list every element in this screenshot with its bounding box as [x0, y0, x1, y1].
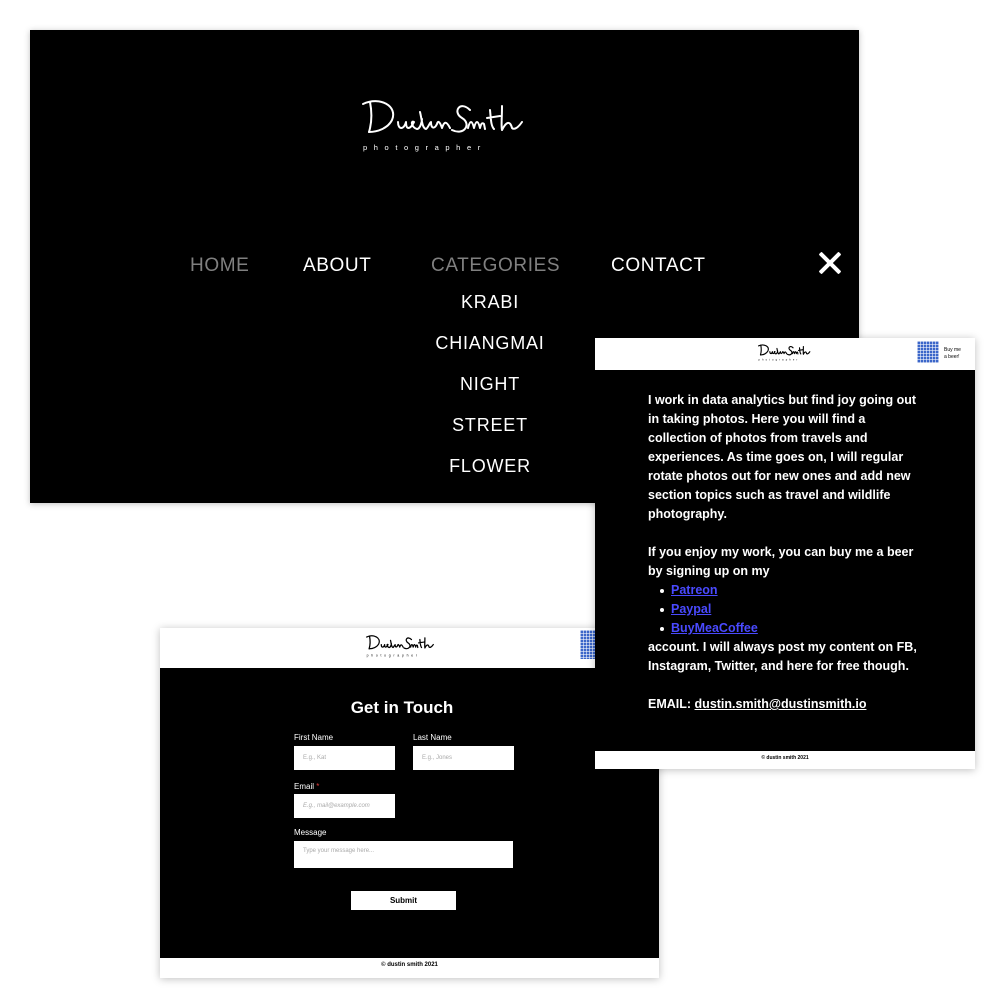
category-night[interactable]: NIGHT	[390, 374, 590, 395]
about-panel: photographer Buy me a beer! I work in da…	[595, 338, 975, 769]
qr-code-icon[interactable]	[580, 630, 596, 659]
about-header: photographer Buy me a beer!	[595, 338, 975, 370]
beer-label-line1: Buy me	[944, 347, 961, 353]
nav-categories[interactable]: CATEGORIES	[431, 255, 560, 277]
beer-label-line2: a beer!	[944, 354, 960, 360]
email-line: EMAIL: dustin.smith@dustinsmith.io	[648, 695, 923, 714]
svg-text:photographer: photographer	[367, 653, 420, 657]
contact-header: photographer	[160, 628, 659, 668]
nav-contact[interactable]: CONTACT	[611, 255, 706, 277]
paypal-link[interactable]: Paypal	[671, 602, 711, 616]
nav-about[interactable]: ABOUT	[303, 255, 371, 277]
about-footer: © dustin smith 2021	[595, 751, 975, 769]
about-paragraph-2: If you enjoy my work, you can buy me a b…	[648, 545, 914, 578]
signature-logo[interactable]: photographer	[360, 92, 530, 154]
about-paragraph-1: I work in data analytics but find joy go…	[648, 393, 917, 521]
donation-links-list: Patreon Paypal BuyMeaCoffee	[648, 581, 923, 638]
category-street[interactable]: STREET	[390, 415, 590, 436]
list-item: BuyMeaCoffee	[658, 619, 923, 638]
tagline-text: photographer	[363, 143, 487, 152]
patreon-link[interactable]: Patreon	[671, 583, 718, 597]
buymeacoffee-link[interactable]: BuyMeaCoffee	[671, 621, 758, 635]
email-prefix: EMAIL:	[648, 697, 692, 711]
last-name-label: Last Name	[413, 733, 452, 742]
signature-logo-small[interactable]: photographer	[757, 342, 813, 362]
nav-home[interactable]: HOME	[190, 255, 249, 277]
category-krabi[interactable]: KRABI	[390, 292, 590, 313]
first-name-label: First Name	[294, 733, 334, 742]
category-flower[interactable]: FLOWER	[390, 456, 590, 477]
first-name-input[interactable]: E.g., Kat	[294, 746, 395, 770]
contact-footer: © dustin smith 2021	[160, 958, 659, 978]
contact-title: Get in Touch	[350, 698, 454, 717]
contact-panel: photographer Get in Touch First Name E.g…	[160, 628, 659, 978]
message-textarea[interactable]: Type your message here...	[294, 841, 513, 868]
submit-button[interactable]: Submit	[351, 891, 456, 910]
list-item: Paypal	[658, 600, 923, 619]
svg-text:photographer: photographer	[759, 358, 800, 362]
signature-logo-small[interactable]: photographer	[365, 632, 437, 658]
close-icon[interactable]	[817, 250, 843, 276]
about-paragraph-3: account. I will always post my content o…	[648, 640, 917, 673]
signature-logo-image: photographer	[362, 100, 523, 152]
email-input[interactable]: E.g., mail@example.com	[294, 794, 395, 818]
qr-code-icon[interactable]	[917, 341, 939, 363]
required-mark: *	[316, 782, 320, 791]
message-label: Message	[294, 828, 327, 837]
last-name-input[interactable]: E.g., Jones	[413, 746, 514, 770]
list-item: Patreon	[658, 581, 923, 600]
email-label-text: Email	[294, 782, 315, 791]
category-chiangmai[interactable]: CHIANGMAI	[390, 333, 590, 354]
about-content: I work in data analytics but find joy go…	[648, 391, 923, 714]
buy-me-a-beer-label[interactable]: Buy me a beer!	[944, 347, 961, 361]
email-link[interactable]: dustin.smith@dustinsmith.io	[695, 697, 867, 711]
email-label: Email *	[294, 782, 319, 791]
